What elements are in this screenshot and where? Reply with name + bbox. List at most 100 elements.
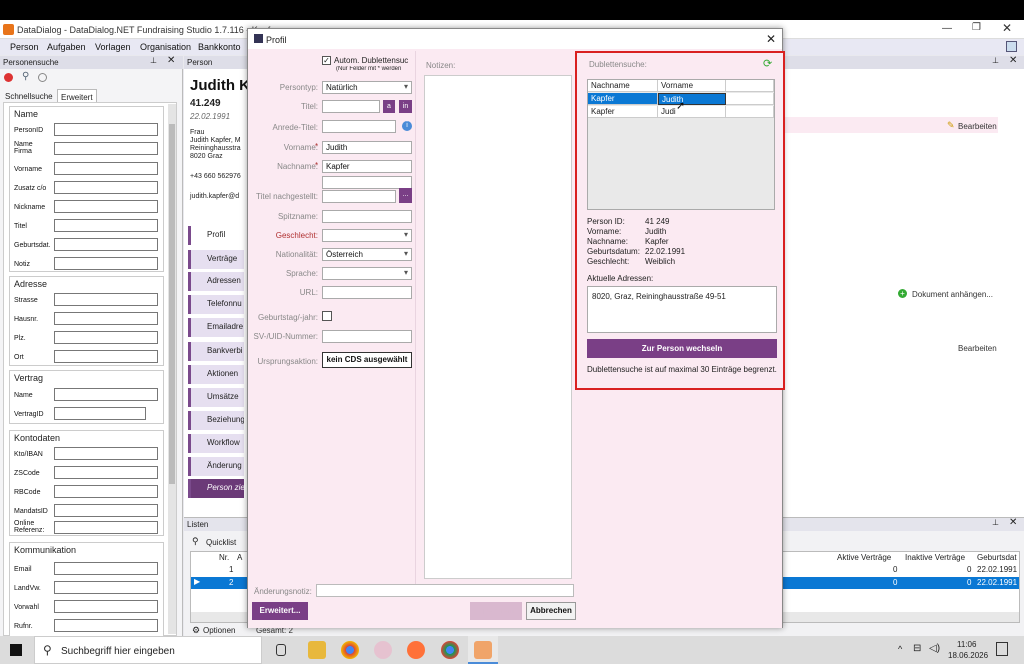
nav-umsaetze[interactable]: Umsätze	[188, 388, 244, 407]
zusatz-input[interactable]	[54, 181, 158, 194]
column-header[interactable]: Nr.	[219, 553, 229, 562]
sprache-select[interactable]	[322, 267, 412, 280]
online-referenz-input[interactable]	[54, 521, 158, 534]
titel-nachgestellt-input[interactable]	[322, 190, 396, 203]
nachname-input[interactable]: Kapfer	[322, 160, 412, 173]
ort-input[interactable]	[54, 350, 158, 363]
pin-icon[interactable]: ⊥	[992, 518, 999, 527]
paint-icon[interactable]	[374, 641, 392, 659]
nav-vertraege[interactable]: Verträge	[188, 250, 244, 269]
file-explorer-icon[interactable]	[308, 641, 326, 659]
edit-link-2[interactable]: Bearbeiten	[958, 344, 997, 353]
dialog-close-icon[interactable]: ✕	[766, 32, 776, 46]
email-input[interactable]	[54, 562, 158, 575]
switch-person-button[interactable]: Zur Person wechseln	[587, 339, 777, 358]
nationalitaet-select[interactable]: Österreich	[322, 248, 412, 261]
geburtsdat-input[interactable]	[54, 238, 158, 251]
scrollbar[interactable]	[168, 104, 176, 634]
titel-input[interactable]	[54, 219, 158, 232]
pin-icon[interactable]: ⊥	[150, 56, 157, 65]
task-view-icon[interactable]	[276, 644, 286, 656]
spitzname-input[interactable]	[322, 210, 412, 223]
edit-link[interactable]: Bearbeiten	[958, 122, 997, 131]
nav-bankverbindungen[interactable]: Bankverbi	[188, 342, 244, 361]
anrede-titel-input[interactable]	[322, 120, 396, 133]
iban-input[interactable]	[54, 447, 158, 460]
ursprungsaktion-button[interactable]: kein CDS ausgewählt	[322, 352, 412, 368]
notes-textarea[interactable]	[424, 75, 572, 579]
svuid-input[interactable]	[322, 330, 412, 343]
menu-person[interactable]: Person	[10, 42, 39, 52]
dup-row-2-nachname[interactable]: Kapfer	[588, 106, 658, 118]
tab-quicklist[interactable]: Quicklist	[206, 538, 236, 547]
nav-emailadressen[interactable]: Emailadre	[188, 318, 244, 337]
column-header[interactable]: Geburtsdat	[977, 553, 1021, 562]
nav-aenderungen[interactable]: Änderung	[188, 457, 244, 476]
nav-adressen[interactable]: Adressen	[188, 272, 244, 291]
nickname-input[interactable]	[54, 200, 158, 213]
nav-beziehungen[interactable]: Beziehung	[188, 411, 244, 430]
clear-icon[interactable]	[38, 73, 47, 82]
edit-icon[interactable]: ✎	[947, 120, 955, 131]
windows-start-icon[interactable]	[10, 644, 22, 656]
search-icon[interactable]: ⚲	[22, 71, 29, 82]
landvw-input[interactable]	[54, 581, 158, 594]
taskbar-search-box[interactable]: ⚲ Suchbegriff hier eingeben	[34, 636, 262, 664]
refresh-icon[interactable]: ⟳	[763, 57, 772, 70]
chrome-icon[interactable]	[341, 641, 359, 659]
column-header[interactable]: Nachname	[588, 80, 658, 92]
menu-aufgaben[interactable]: Aufgaben	[47, 42, 86, 52]
clock-date[interactable]: 18.06.2026	[948, 651, 988, 660]
persontyp-select[interactable]: Natürlich	[322, 81, 412, 94]
column-header[interactable]: Aktive Verträge	[837, 553, 891, 562]
zscode-input[interactable]	[54, 466, 158, 479]
titel-a-button[interactable]: a	[383, 100, 395, 113]
dup-row-1-vorname[interactable]: Judith	[658, 93, 726, 105]
panel-close-icon[interactable]: ✕	[167, 55, 175, 66]
plz-input[interactable]	[54, 331, 158, 344]
menu-organisation[interactable]: Organisation	[140, 42, 191, 52]
geschlecht-select[interactable]	[322, 229, 412, 242]
clock-time[interactable]: 11:06	[957, 640, 976, 649]
attach-document-link[interactable]: Dokument anhängen...	[912, 290, 993, 299]
nav-profil[interactable]: Profil	[188, 226, 244, 245]
notification-icon[interactable]	[996, 642, 1008, 656]
strasse-input[interactable]	[54, 293, 158, 306]
dup-row-1-nachname[interactable]: Kapfer	[588, 93, 658, 105]
panel-close-icon[interactable]: ✕	[1009, 55, 1017, 66]
options-gear-icon[interactable]: ⚙	[192, 625, 200, 636]
rbcode-input[interactable]	[54, 485, 158, 498]
column-header[interactable]: A	[237, 553, 242, 562]
attach-icon[interactable]: +	[898, 289, 907, 298]
tab-erweitert[interactable]: Erweitert	[57, 89, 97, 102]
volume-icon[interactable]: ◁)	[929, 643, 940, 654]
url-input[interactable]	[322, 286, 412, 299]
speichern-button[interactable]: Speichern	[470, 602, 522, 620]
info-icon[interactable]: i	[402, 121, 412, 131]
dup-row-2-vorname[interactable]: Judi	[658, 106, 726, 118]
maximize-icon[interactable]: ❐	[972, 22, 981, 33]
nav-workflow[interactable]: Workflow	[188, 434, 244, 453]
name-input[interactable]	[54, 142, 158, 155]
titel-input[interactable]	[322, 100, 380, 113]
options-button[interactable]: Optionen	[203, 626, 235, 635]
erweitert-button[interactable]: Erweitert...	[252, 602, 308, 620]
column-header[interactable]: Inaktive Verträge	[905, 553, 965, 562]
layout-icon[interactable]	[1006, 41, 1017, 52]
vertrag-name-input[interactable]	[54, 388, 158, 401]
titel-nachgestellt-more-button[interactable]: ...	[399, 188, 412, 203]
column-header[interactable]: Vorname	[658, 80, 726, 92]
reset-icon[interactable]	[4, 73, 13, 82]
mandatsid-input[interactable]	[54, 504, 158, 517]
vorname-input[interactable]	[54, 162, 158, 175]
tray-chevron-icon[interactable]: ^	[898, 644, 902, 654]
menu-bankkonto[interactable]: Bankkonto	[198, 42, 241, 52]
panel-close-icon[interactable]: ✕	[1009, 517, 1017, 528]
pin-icon[interactable]: ⊥	[992, 56, 999, 65]
vertragid-input[interactable]	[54, 407, 146, 420]
hausnr-input[interactable]	[54, 312, 158, 325]
vorname-input[interactable]: Judith	[322, 141, 412, 154]
close-icon[interactable]: ✕	[1002, 21, 1012, 35]
nav-person-zie[interactable]: Person zie	[188, 479, 244, 498]
vorwahl-input[interactable]	[54, 600, 158, 613]
